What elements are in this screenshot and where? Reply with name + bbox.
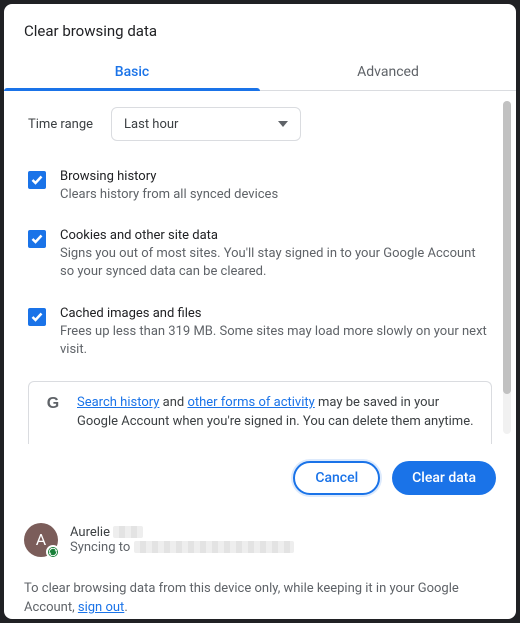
option-desc: Signs you out of most sites. You'll stay…: [60, 245, 492, 281]
option-desc: Frees up less than 319 MB. Some sites ma…: [60, 323, 492, 359]
option-cache: Cached images and files Frees up less th…: [28, 298, 492, 375]
option-browsing-history: Browsing history Clears history from all…: [28, 161, 492, 220]
option-title: Browsing history: [60, 169, 278, 184]
redacted: [134, 541, 294, 553]
google-g-icon: G: [43, 394, 63, 432]
check-icon: [31, 175, 43, 185]
clear-browsing-data-dialog: Clear browsing data Basic Advanced Time …: [4, 4, 516, 619]
tab-basic[interactable]: Basic: [4, 52, 260, 90]
tab-advanced[interactable]: Advanced: [260, 52, 516, 90]
time-range-row: Time range Last hour: [28, 107, 492, 141]
account-name: Aurelie: [70, 525, 294, 540]
redacted: [113, 526, 143, 538]
tab-bar: Basic Advanced: [4, 52, 516, 91]
sync-badge-icon: [46, 545, 60, 559]
time-range-select[interactable]: Last hour: [111, 107, 301, 141]
dialog-title: Clear browsing data: [4, 4, 516, 46]
caret-down-icon: [278, 121, 288, 127]
option-title: Cookies and other site data: [60, 228, 492, 243]
scrollbar[interactable]: [501, 101, 513, 434]
clear-data-button[interactable]: Clear data: [392, 461, 496, 495]
link-other-activity[interactable]: other forms of activity: [187, 395, 314, 410]
google-account-info: G Search history and other forms of acti…: [28, 381, 492, 444]
link-search-history[interactable]: Search history: [77, 395, 159, 410]
cancel-button[interactable]: Cancel: [293, 461, 380, 495]
option-title: Cached images and files: [60, 306, 492, 321]
account-row: A Aurelie Syncing to: [4, 511, 516, 565]
checkbox-cookies[interactable]: [28, 230, 46, 248]
action-bar: Cancel Clear data: [4, 444, 516, 511]
option-cookies: Cookies and other site data Signs you ou…: [28, 220, 492, 297]
footer-note: To clear browsing data from this device …: [4, 565, 516, 619]
time-range-value: Last hour: [124, 117, 178, 132]
scrollbar-thumb[interactable]: [503, 101, 511, 394]
account-status: Syncing to: [70, 540, 294, 555]
info-text: Search history and other forms of activi…: [77, 394, 477, 432]
avatar: A: [24, 523, 58, 557]
check-icon: [31, 312, 43, 322]
scroll-area: Time range Last hour Browsing history Cl…: [4, 91, 516, 444]
check-icon: [31, 234, 43, 244]
checkbox-cache[interactable]: [28, 308, 46, 326]
checkbox-browsing-history[interactable]: [28, 171, 46, 189]
time-range-label: Time range: [28, 117, 93, 132]
option-desc: Clears history from all synced devices: [60, 186, 278, 204]
sign-out-link[interactable]: sign out: [78, 600, 124, 615]
